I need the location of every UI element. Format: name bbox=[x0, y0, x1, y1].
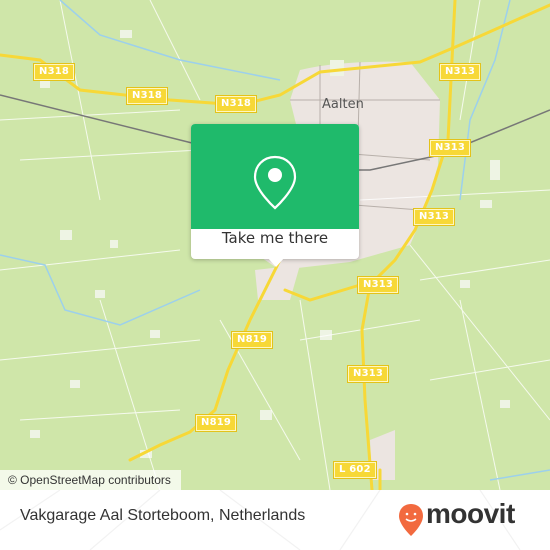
moovit-brand[interactable]: moovit bbox=[426, 498, 515, 530]
road-shield-n819: N819 bbox=[232, 332, 273, 348]
road-shield-n318: N318 bbox=[127, 88, 168, 104]
place-name: Vakgarage Aal Storteboom, Netherlands bbox=[20, 507, 306, 524]
road-shield-n313: N313 bbox=[348, 366, 389, 382]
map-view[interactable]: Aalten N318 N318 N318 N313 N313 N313 N31… bbox=[0, 0, 550, 490]
moovit-logo-icon bbox=[399, 504, 423, 536]
road-shield-l602: L 602 bbox=[334, 462, 376, 478]
footer: Vakgarage Aal Storteboom, Netherlands mo… bbox=[0, 490, 550, 550]
road-shield-n819: N819 bbox=[196, 415, 237, 431]
road-shield-n318: N318 bbox=[216, 96, 257, 112]
location-popup[interactable]: Take me there bbox=[191, 124, 359, 267]
take-me-there-button[interactable]: Take me there bbox=[191, 229, 359, 259]
road-shield-n313: N313 bbox=[430, 140, 471, 156]
road-shield-n318: N318 bbox=[34, 64, 75, 80]
location-pin-icon bbox=[253, 155, 297, 210]
road-shield-n313: N313 bbox=[440, 64, 481, 80]
road-shield-n313: N313 bbox=[358, 277, 399, 293]
popup-pointer bbox=[267, 257, 285, 267]
road-shield-n313: N313 bbox=[414, 209, 455, 225]
popup-header bbox=[191, 124, 359, 229]
town-label-aalten: Aalten bbox=[322, 97, 364, 112]
map-attribution[interactable]: © OpenStreetMap contributors bbox=[0, 470, 181, 490]
